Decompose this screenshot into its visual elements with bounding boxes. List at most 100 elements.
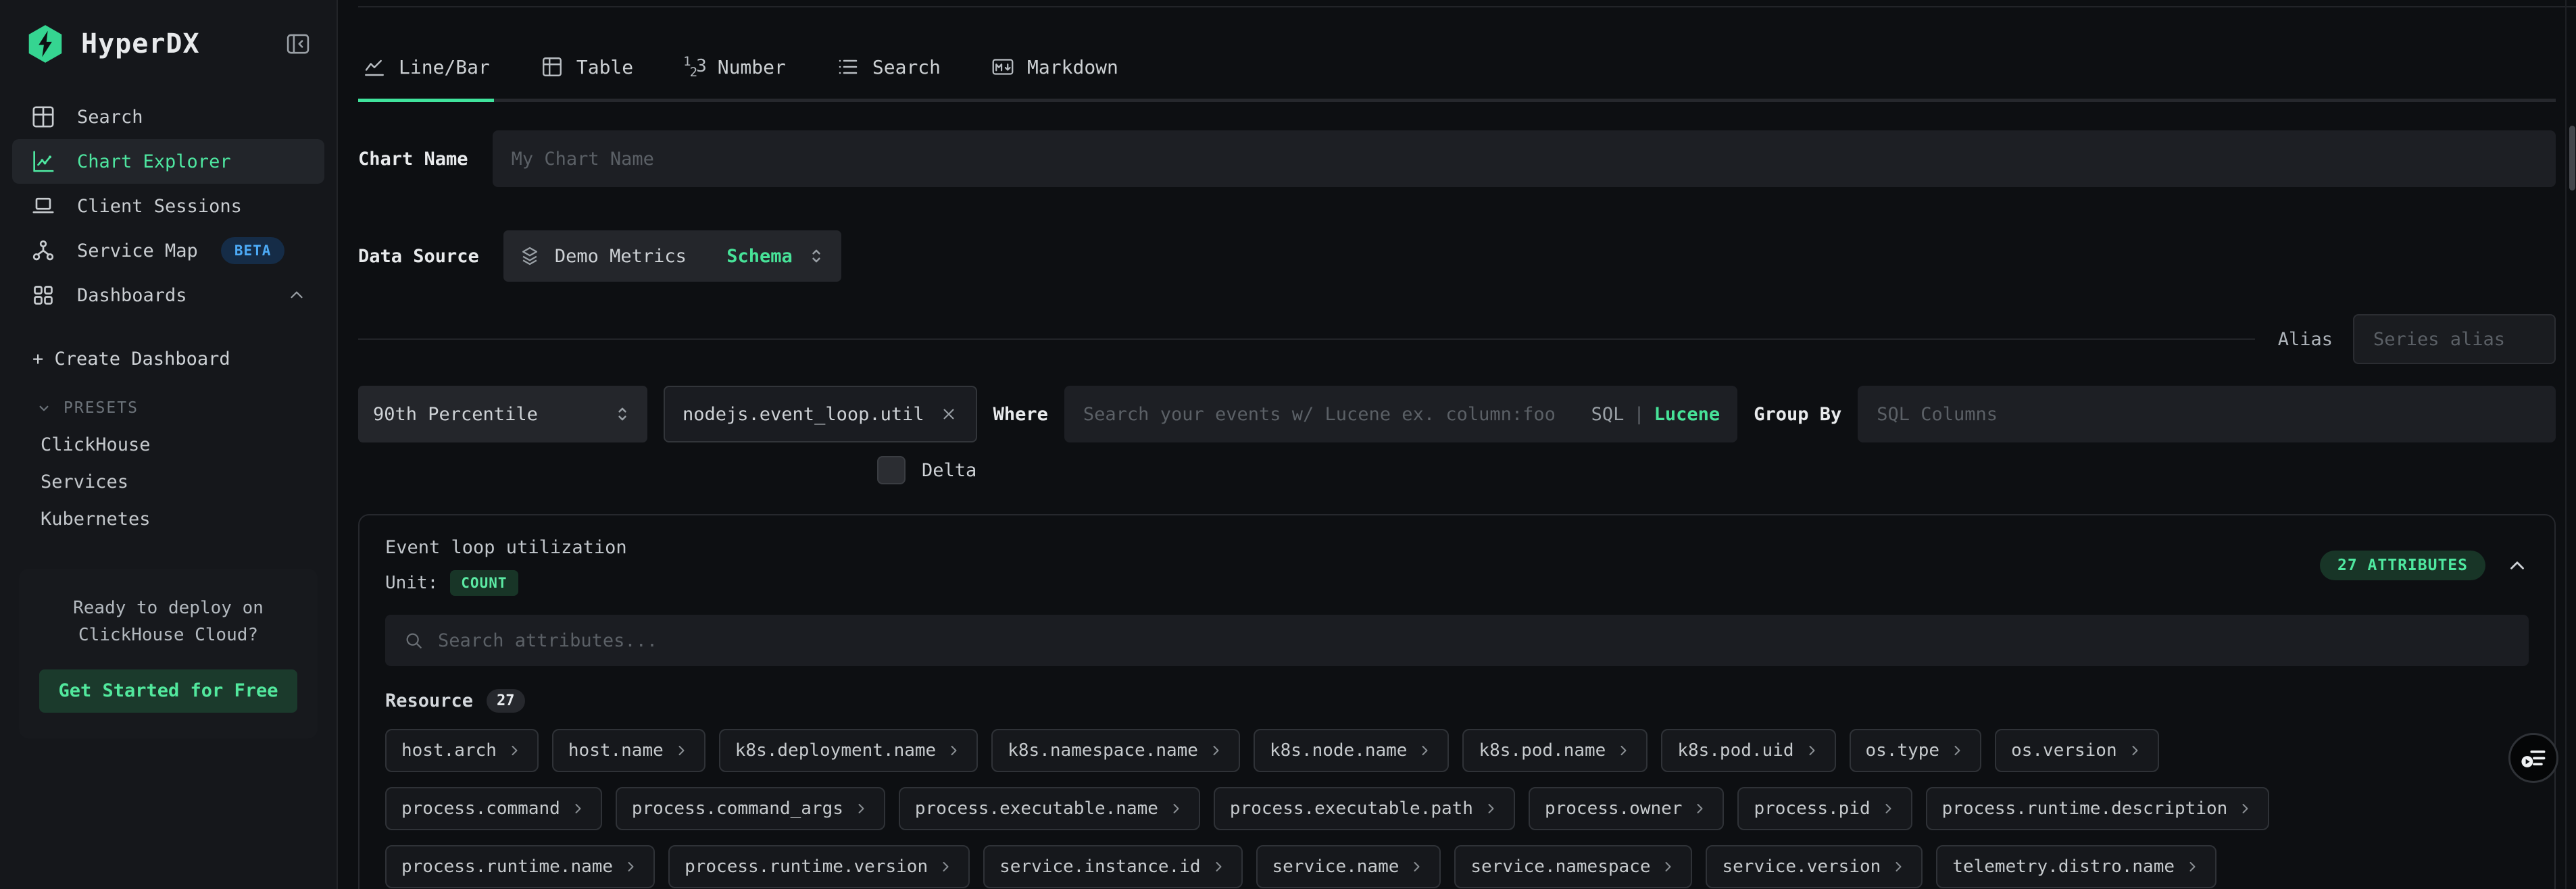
attribute-chip[interactable]: host.name xyxy=(552,729,705,772)
attribute-chip[interactable]: process.executable.path xyxy=(1214,787,1515,830)
attribute-chip[interactable]: os.version xyxy=(1995,729,2159,772)
attribute-search-input[interactable] xyxy=(424,615,2529,666)
group-by-input[interactable] xyxy=(1858,386,2556,442)
attributes-count-badge: 27 ATTRIBUTES xyxy=(2320,551,2485,580)
laptop-icon xyxy=(30,193,57,220)
attribute-chip-label: host.name xyxy=(568,740,664,761)
attribute-chip[interactable]: k8s.namespace.name xyxy=(991,729,1240,772)
tab-table[interactable]: Table xyxy=(540,54,633,99)
tab-line-bar[interactable]: Line/Bar xyxy=(362,54,490,99)
aggregation-select[interactable]: 90th Percentile xyxy=(358,386,647,442)
alias-input[interactable] xyxy=(2353,314,2556,364)
tab-number[interactable]: 123 Number xyxy=(683,54,786,99)
chevron-right-icon xyxy=(2237,801,2253,817)
attribute-chip[interactable]: service.namespace xyxy=(1454,845,1692,888)
sidebar-item-service-map[interactable]: Service Map BETA xyxy=(12,228,324,273)
sql-option[interactable]: SQL xyxy=(1591,404,1625,425)
delta-checkbox[interactable] xyxy=(877,456,906,484)
attribute-chip-label: service.version xyxy=(1722,857,1881,877)
chevron-updown-icon xyxy=(612,404,633,424)
collapse-sidebar-button[interactable] xyxy=(284,30,312,58)
chevron-up-icon xyxy=(287,285,307,305)
chart-type-tabs: Line/Bar Table 123 Number Search xyxy=(358,54,2556,102)
attribute-chip-label: service.instance.id xyxy=(999,857,1200,877)
attribute-chip-label: process.command_args xyxy=(632,798,843,819)
resource-group-label: Resource xyxy=(385,690,473,711)
top-divider xyxy=(358,6,2576,7)
attribute-chip[interactable]: process.command xyxy=(385,787,602,830)
attribute-chip[interactable]: process.executable.name xyxy=(899,787,1200,830)
attribute-chip[interactable]: k8s.node.name xyxy=(1254,729,1450,772)
schema-link[interactable]: Schema xyxy=(726,246,793,267)
attribute-chip[interactable]: host.arch xyxy=(385,729,539,772)
get-started-button[interactable]: Get Started for Free xyxy=(39,669,297,713)
squares-icon xyxy=(30,282,57,309)
list-icon xyxy=(836,55,860,79)
sidebar-item-search[interactable]: Search xyxy=(12,95,324,139)
chevron-right-icon xyxy=(853,801,869,817)
floating-action-button[interactable] xyxy=(2508,733,2558,783)
presets-label: PRESETS xyxy=(64,399,139,417)
attribute-chip[interactable]: process.runtime.name xyxy=(385,845,655,888)
attribute-chip[interactable]: process.runtime.version xyxy=(668,845,970,888)
tab-search[interactable]: Search xyxy=(836,54,941,99)
alias-label: Alias xyxy=(2278,329,2333,350)
attribute-chip-label: process.runtime.name xyxy=(401,857,613,877)
sidebar-item-client-sessions[interactable]: Client Sessions xyxy=(12,184,324,228)
metric-field-chip[interactable]: nodejs.event_loop.util xyxy=(664,386,977,442)
brand-row: HyperDX xyxy=(0,0,337,65)
cloud-promo-card: Ready to deploy on ClickHouse Cloud? Get… xyxy=(19,569,318,738)
number-123-icon: 123 xyxy=(683,54,705,80)
query-language-toggle[interactable]: SQL | Lucene xyxy=(1591,404,1738,425)
attribute-chip-label: k8s.node.name xyxy=(1270,740,1408,761)
preset-link[interactable]: ClickHouse xyxy=(0,426,337,463)
attribute-chip[interactable]: process.runtime.description xyxy=(1926,787,2270,830)
attribute-chip[interactable]: process.pid xyxy=(1737,787,1912,830)
attribute-chip[interactable]: service.version xyxy=(1706,845,1923,888)
attribute-search-wrap xyxy=(385,615,2529,666)
resource-count-badge: 27 xyxy=(487,689,525,713)
attribute-chip[interactable]: process.command_args xyxy=(616,787,885,830)
attribute-chip-label: service.name xyxy=(1272,857,1400,877)
tab-markdown[interactable]: Markdown xyxy=(991,54,1118,99)
main-content: Line/Bar Table 123 Number Search xyxy=(338,0,2576,889)
presets-header[interactable]: PRESETS xyxy=(0,399,337,417)
sidebar-item-chart-explorer[interactable]: Chart Explorer xyxy=(12,139,324,184)
chart-name-input[interactable] xyxy=(493,130,2556,187)
page-scrollbar[interactable] xyxy=(2565,0,2576,889)
attribute-chip-label: process.runtime.description xyxy=(1942,798,2228,819)
preset-list: ClickHouseServicesKubernetes xyxy=(0,426,337,538)
attribute-chip[interactable]: service.name xyxy=(1256,845,1441,888)
preset-link[interactable]: Kubernetes xyxy=(0,501,337,538)
where-label: Where xyxy=(993,404,1048,425)
chevron-right-icon xyxy=(673,742,689,759)
line-chart-icon xyxy=(362,55,387,79)
attribute-chip-label: service.namespace xyxy=(1470,857,1650,877)
attribute-chip-label: k8s.pod.name xyxy=(1479,740,1606,761)
attribute-chip[interactable]: k8s.pod.uid xyxy=(1661,729,1835,772)
sidebar-item-dashboards[interactable]: Dashboards xyxy=(12,273,324,318)
attribute-chip[interactable]: telemetry.distro.name xyxy=(1936,845,2216,888)
attribute-chip[interactable]: service.instance.id xyxy=(983,845,1242,888)
data-source-select[interactable]: Demo Metrics Schema xyxy=(503,230,841,282)
lucene-option[interactable]: Lucene xyxy=(1654,404,1720,425)
group-by-label: Group By xyxy=(1754,404,1841,425)
create-dashboard-link[interactable]: + Create Dashboard xyxy=(0,349,337,370)
attribute-chip[interactable]: k8s.deployment.name xyxy=(719,729,978,772)
chevron-down-icon xyxy=(35,399,53,417)
attribute-chip[interactable]: os.type xyxy=(1850,729,1982,772)
where-input[interactable] xyxy=(1064,404,1591,425)
collapse-attributes-button[interactable] xyxy=(2506,554,2529,577)
attribute-chip[interactable]: process.owner xyxy=(1529,787,1725,830)
chevron-right-icon xyxy=(1804,742,1820,759)
chevron-right-icon xyxy=(1210,859,1227,875)
scrollbar-thumb[interactable] xyxy=(2569,126,2575,190)
tab-label: Search xyxy=(872,56,941,78)
where-input-wrap: SQL | Lucene xyxy=(1064,386,1737,442)
preset-link[interactable]: Services xyxy=(0,463,337,501)
chevron-right-icon xyxy=(945,742,962,759)
close-icon xyxy=(939,405,958,424)
attribute-chip[interactable]: k8s.pod.name xyxy=(1462,729,1648,772)
chart-name-label: Chart Name xyxy=(358,149,468,170)
tab-label: Line/Bar xyxy=(399,56,490,78)
